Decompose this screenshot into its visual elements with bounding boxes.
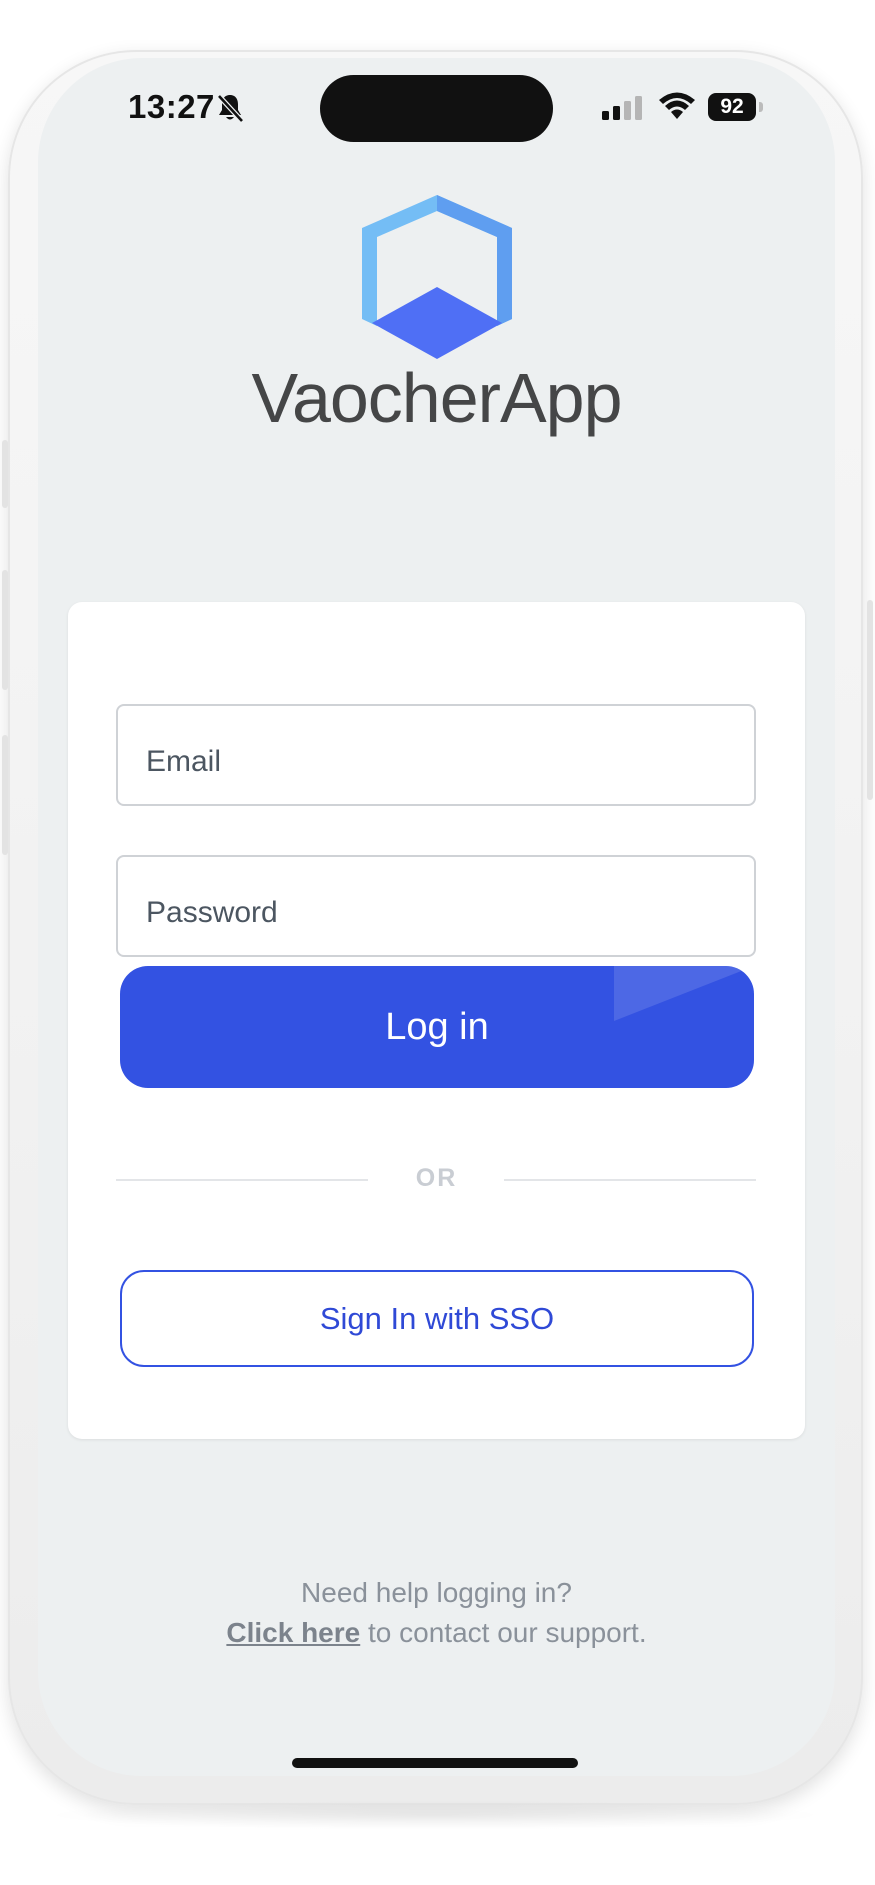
side-button	[2, 440, 8, 508]
login-button-label: Log in	[385, 1005, 489, 1048]
or-separator: OR	[415, 1164, 458, 1192]
wifi-icon	[659, 92, 695, 119]
cellular-signal-icon	[602, 96, 642, 120]
sso-button[interactable]: Sign In with SSO	[120, 1270, 754, 1367]
help-line-1: Need help logging in?	[301, 1577, 572, 1608]
side-button	[2, 735, 8, 855]
sso-button-label: Sign In with SSO	[319, 1300, 555, 1336]
help-line-2-rest: to contact our support.	[360, 1617, 647, 1648]
login-button[interactable]: Log in	[120, 966, 754, 1088]
email-field[interactable]: Email	[116, 704, 756, 806]
side-button	[867, 600, 873, 800]
help-text: Need help logging in? Click here to cont…	[38, 1573, 835, 1653]
vaocherapp-logo-icon	[362, 195, 512, 359]
password-field[interactable]: Password	[116, 855, 756, 957]
battery-indicator: 92	[708, 93, 756, 121]
phone-shadow	[40, 1800, 830, 1830]
button-shine	[614, 966, 754, 1021]
battery-tip	[759, 102, 763, 112]
muted-bell-icon	[217, 94, 244, 123]
login-card: Email Password Log in OR Sign In with SS…	[68, 602, 805, 1439]
home-indicator[interactable]	[292, 1758, 578, 1768]
side-button	[2, 570, 8, 690]
help-line-2: Click here to contact our support.	[38, 1613, 835, 1653]
phone-screen: 13:27 92 VaocherApp Email Password Log i…	[38, 58, 835, 1776]
contact-support-link[interactable]: Click here	[226, 1617, 360, 1648]
brand-name: VaocherApp	[251, 359, 622, 437]
dynamic-island	[320, 75, 553, 142]
status-time: 13:27	[128, 88, 215, 125]
